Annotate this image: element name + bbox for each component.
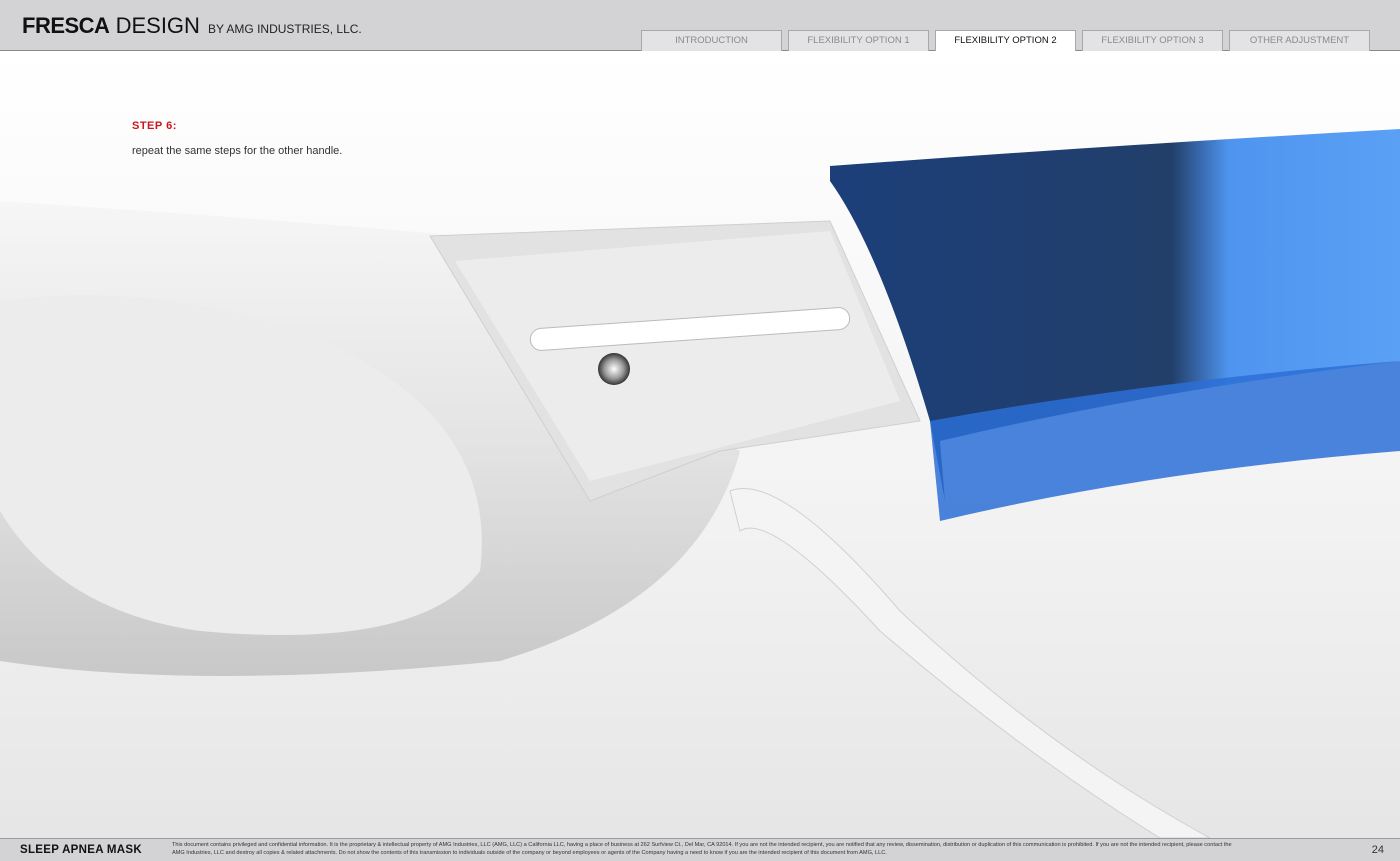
header: FRESCA DESIGN BY AMG INDUSTRIES, LLC. INT… [0, 0, 1400, 52]
step-title: STEP 6: [132, 120, 177, 132]
step-description: repeat the same steps for the other hand… [132, 145, 343, 157]
tab-flexibility-option-3[interactable]: FLEXIBILITY OPTION 3 [1082, 30, 1223, 51]
footer-title: SLEEP APNEA MASK [20, 844, 142, 856]
legal-notice: This document contains privileged and co… [172, 842, 1232, 856]
product-render: STEP 6: repeat the same steps for the ot… [0, 51, 1400, 838]
brand-logo: FRESCA DESIGN BY AMG INDUSTRIES, LLC. [22, 13, 362, 39]
brand-bold: FRESCA [22, 13, 110, 38]
footer: SLEEP APNEA MASK This document contains … [0, 838, 1400, 861]
mask-render-image [0, 51, 1400, 838]
tab-other-adjustment[interactable]: OTHER ADJUSTMENT [1229, 30, 1370, 51]
tab-flexibility-option-2[interactable]: FLEXIBILITY OPTION 2 [935, 30, 1076, 52]
tab-introduction[interactable]: INTRODUCTION [641, 30, 782, 51]
brand-light: DESIGN [115, 13, 200, 38]
tab-flexibility-option-1[interactable]: FLEXIBILITY OPTION 1 [788, 30, 929, 51]
brand-sub: BY AMG INDUSTRIES, LLC. [207, 22, 362, 36]
page-number: 24 [1371, 844, 1384, 856]
